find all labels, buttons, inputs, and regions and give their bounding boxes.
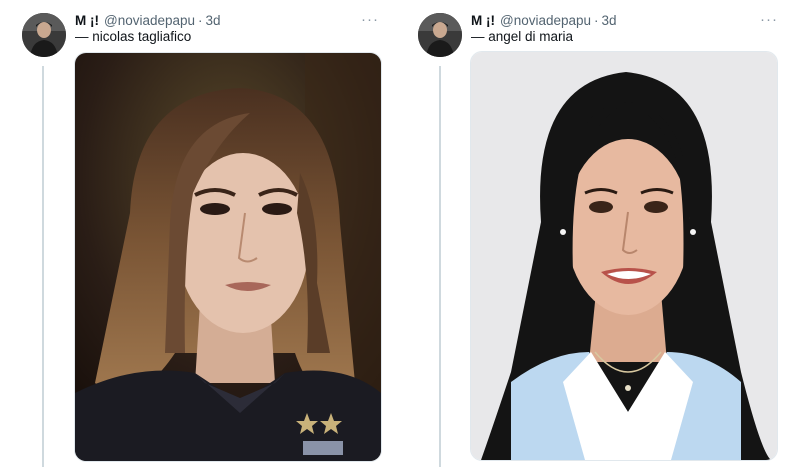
- woman-portrait-image: [75, 53, 381, 461]
- timestamp[interactable]: 3d: [602, 13, 617, 28]
- tweet-text: — nicolas tagliafico: [75, 29, 192, 44]
- tweet-header: M ¡! @noviadepapu · 3d ···: [75, 11, 379, 29]
- thread-line: [439, 66, 441, 467]
- tweet-text: — angel di maria: [471, 29, 574, 44]
- user-handle[interactable]: @noviadepapu: [500, 13, 591, 28]
- woman-portrait-image: [471, 52, 777, 460]
- avatar[interactable]: [22, 13, 66, 57]
- tweet-card-1[interactable]: M ¡! @noviadepapu · 3d ··· — nicolas tag…: [0, 0, 399, 467]
- separator-dot: ·: [198, 12, 203, 28]
- tweet-photo[interactable]: [470, 51, 778, 461]
- display-name[interactable]: M ¡!: [75, 13, 99, 28]
- tweet-photo[interactable]: [74, 52, 382, 462]
- more-options-icon[interactable]: ···: [361, 11, 379, 28]
- tweet-card-2[interactable]: M ¡! @noviadepapu · 3d ··· — angel di ma…: [399, 0, 798, 467]
- display-name[interactable]: M ¡!: [471, 13, 495, 28]
- more-options-icon[interactable]: ···: [760, 11, 778, 28]
- separator-dot: ·: [594, 12, 599, 28]
- avatar[interactable]: [418, 13, 462, 57]
- user-handle[interactable]: @noviadepapu: [104, 13, 195, 28]
- timestamp[interactable]: 3d: [206, 13, 221, 28]
- thread-line: [42, 66, 44, 467]
- tweet-header: M ¡! @noviadepapu · 3d ···: [471, 11, 778, 29]
